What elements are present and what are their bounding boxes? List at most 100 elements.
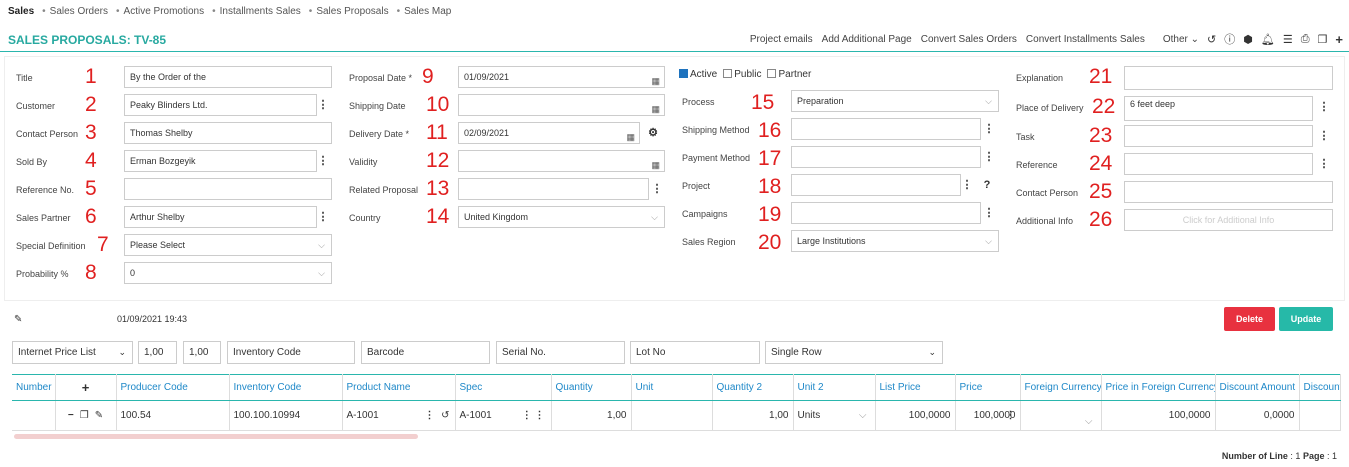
input-proposal-date[interactable]: 01/09/2021 ▦ — [458, 66, 665, 88]
cell-quantity[interactable]: 1,00 — [551, 400, 632, 431]
edit-row-icon[interactable]: ✎ — [95, 410, 103, 421]
input-additional-info[interactable]: Click for Additional Info — [1124, 209, 1333, 231]
input-customer[interactable]: Peaky Blinders Ltd. — [124, 94, 317, 116]
checkbox-box[interactable] — [679, 69, 688, 78]
input-special-definition[interactable]: Please Select ⌵ — [124, 234, 332, 256]
input-sales-region[interactable]: Large Institutions ⌵ — [791, 230, 999, 252]
filter-1-00[interactable]: 1,00 — [183, 341, 221, 364]
history-icon[interactable]: ↺ — [1207, 33, 1216, 46]
input-shipping-date[interactable]: ▦ — [458, 94, 665, 116]
cell-inventory-code[interactable]: 100.100.10994 — [229, 400, 343, 431]
input-contact-person[interactable] — [1124, 181, 1333, 203]
input-related-proposal[interactable] — [458, 178, 649, 200]
project-emails-button[interactable]: Project emails — [750, 34, 813, 45]
cell-number[interactable] — [12, 400, 56, 431]
filter-serial-no[interactable]: Serial No. — [496, 341, 625, 364]
copy-row-icon[interactable]: ❐ — [80, 410, 89, 421]
table-row[interactable]: − ❐ ✎ 100.54 100.100.10994 A-1001 ⋮ ↺ A-1001 ⋮ ⋮ 1… — [12, 400, 1341, 431]
cell-discount-amount[interactable]: 0,0000 — [1215, 400, 1300, 431]
cell-product-name[interactable]: A-1001 ⋮ ↺ — [342, 400, 456, 431]
input-validity[interactable]: ▦ — [458, 150, 665, 172]
history-icon[interactable]: ↺ — [441, 410, 449, 421]
other-menu-button[interactable]: Other ⌄ — [1154, 34, 1199, 45]
box-icon[interactable]: ⬢ — [1243, 33, 1253, 46]
nav-item-active-promotions[interactable]: Active Promotions — [124, 6, 205, 17]
cell-spec[interactable]: A-1001 ⋮ ⋮ — [455, 400, 552, 431]
cell-list-price[interactable]: 100,0000 — [875, 400, 956, 431]
input-project[interactable] — [791, 174, 961, 196]
calendar-icon[interactable]: ▦ — [626, 127, 635, 143]
nav-item-sales-proposals[interactable]: Sales Proposals — [316, 6, 388, 17]
more-dots-icon[interactable]: ⋮ — [316, 94, 330, 116]
cell-quantity-2[interactable]: 1,00 — [712, 400, 794, 431]
checkbox-public[interactable]: Public — [723, 69, 761, 80]
horizontal-scrollbar[interactable] — [14, 434, 418, 439]
add-additional-page-button[interactable]: Add Additional Page — [822, 34, 912, 45]
convert-installments-sales-button[interactable]: Convert Installments Sales — [1026, 34, 1145, 45]
input-contact-person[interactable]: Thomas Shelby — [124, 122, 332, 144]
calendar-icon[interactable]: ▦ — [651, 155, 660, 171]
more-dots-icon[interactable]: ⋮ — [316, 206, 330, 228]
cell-producer-code[interactable]: 100.54 — [116, 400, 230, 431]
filter-inventory-code[interactable]: Inventory Code — [227, 341, 355, 364]
checkbox-box[interactable] — [767, 69, 777, 78]
filter-single-row[interactable]: Single Row ⌄ — [765, 341, 943, 364]
cell-discount[interactable] — [1299, 400, 1341, 431]
minus-icon[interactable]: − — [68, 410, 74, 421]
calendar-icon[interactable]: ▦ — [651, 99, 660, 115]
input-campaigns[interactable] — [791, 202, 981, 224]
input-delivery-date[interactable]: 02/09/2021 ▦ — [458, 122, 640, 144]
cell-price-in-foreign-currency[interactable]: 100,0000 — [1101, 400, 1216, 431]
cell-unit-2[interactable]: Units ⌵ — [793, 400, 876, 431]
delete-button[interactable]: Delete — [1224, 307, 1275, 331]
more-dots-icon[interactable]: ⋮ — [1317, 125, 1331, 147]
input-shipping-method[interactable] — [791, 118, 981, 140]
cell-price[interactable]: 100,0000 ⋮ — [955, 400, 1021, 431]
copy-icon[interactable]: ❐ — [1318, 33, 1328, 46]
input-probability[interactable]: 0 ⌵ — [124, 262, 332, 284]
more-dots-icon[interactable]: ⋮ — [650, 178, 664, 200]
more-dots-icon[interactable]: ⋮ — [1317, 153, 1331, 175]
settings-gears-icon[interactable]: ⚙ — [644, 122, 662, 144]
update-button[interactable]: Update — [1279, 307, 1333, 331]
more-dots-icon[interactable]: ⋮ — [960, 174, 974, 196]
input-place-of-delivery[interactable]: 6 feet deep — [1124, 96, 1313, 121]
input-country[interactable]: United Kingdom ⌵ — [458, 206, 665, 228]
more-dots-icon[interactable]: ⋮ — [1317, 96, 1331, 118]
checkbox-partner[interactable]: Partner — [767, 69, 811, 80]
print-icon[interactable]: ⎙ — [1301, 33, 1310, 46]
info-icon[interactable]: ⓘ — [1224, 31, 1235, 47]
nav-item-sales-map[interactable]: Sales Map — [404, 6, 451, 17]
nav-item-installments-sales[interactable]: Installments Sales — [220, 6, 301, 17]
more-dots-icon[interactable]: ⋮ — [316, 150, 330, 172]
column-header-add[interactable]: + — [55, 374, 117, 401]
filter-internet-price-list[interactable]: Internet Price List ⌄ — [12, 341, 133, 364]
calendar-icon[interactable]: ▦ — [651, 71, 660, 87]
input-title[interactable]: By the Order of the — [124, 66, 332, 88]
more-dots-icon[interactable]: ⋮ — [982, 146, 996, 168]
more-dots-icon[interactable]: ⋮ — [425, 410, 435, 421]
cell-actions[interactable]: − ❐ ✎ — [55, 400, 117, 431]
plus-icon[interactable]: + — [1335, 32, 1343, 47]
cell-foreign-currency[interactable]: ⌵ — [1020, 400, 1102, 431]
input-reference-no[interactable] — [124, 178, 332, 200]
more-dots-icon[interactable]: ⋮ ⋮ — [522, 410, 545, 421]
input-process[interactable]: Preparation ⌵ — [791, 90, 999, 112]
convert-sales-orders-button[interactable]: Convert Sales Orders — [921, 34, 1017, 45]
filter-1-00[interactable]: 1,00 — [138, 341, 177, 364]
nav-item-sales-orders[interactable]: Sales Orders — [50, 6, 108, 17]
more-dots-icon[interactable]: ⋮ — [982, 202, 996, 224]
help-question-icon[interactable]: ? — [980, 174, 994, 196]
input-task[interactable] — [1124, 125, 1313, 147]
edit-pencil-icon[interactable]: ✎ — [14, 314, 22, 325]
list-icon[interactable]: ☰ — [1283, 33, 1293, 46]
input-sales-partner[interactable]: Arthur Shelby — [124, 206, 317, 228]
filter-barcode[interactable]: Barcode — [361, 341, 490, 364]
input-payment-method[interactable] — [791, 146, 981, 168]
checkbox-active[interactable]: Active — [679, 69, 717, 80]
nav-item-sales[interactable]: Sales — [8, 6, 34, 17]
input-sold-by[interactable]: Erman Bozgeyik — [124, 150, 317, 172]
filter-lot-no[interactable]: Lot No — [630, 341, 760, 364]
bell-icon[interactable]: 🔔︎ — [1261, 33, 1275, 46]
cell-unit[interactable] — [631, 400, 713, 431]
